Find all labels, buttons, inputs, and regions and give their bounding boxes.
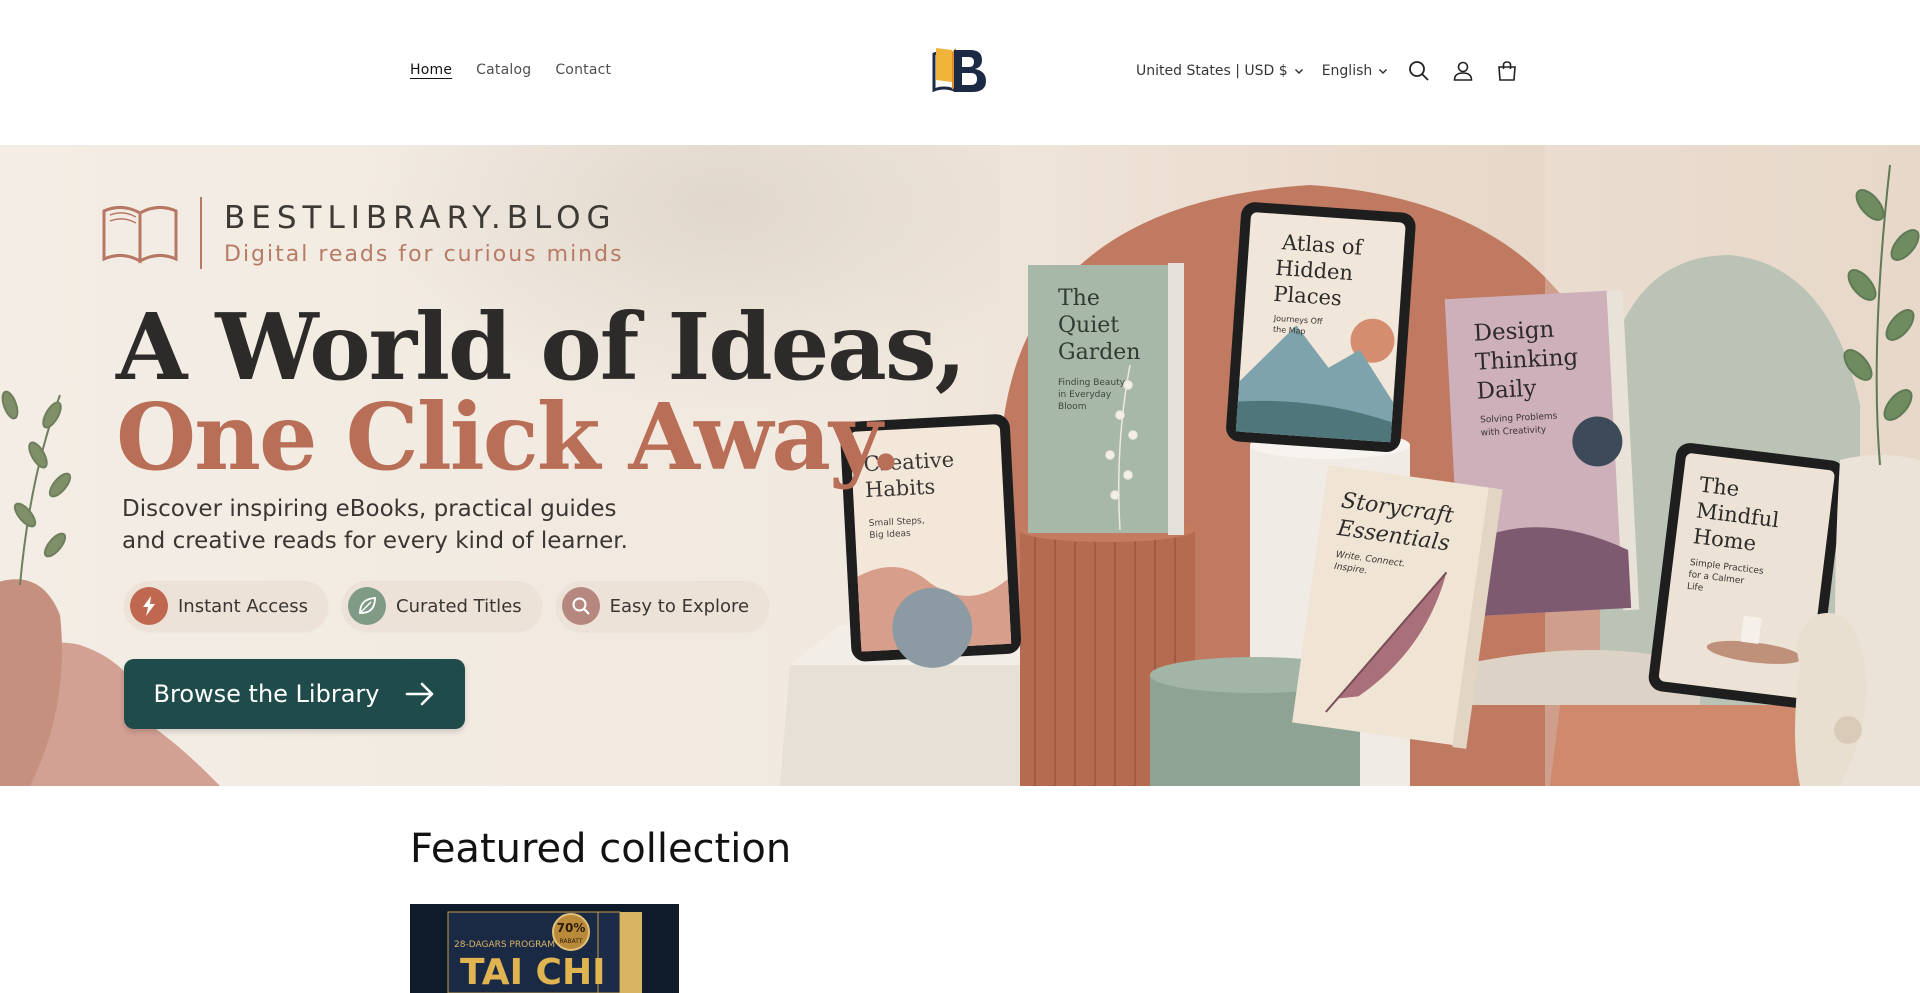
svg-text:Design: Design (1473, 317, 1555, 347)
nav-home-link[interactable]: Home (410, 62, 452, 78)
discount-badge: 70% (557, 921, 586, 935)
open-book-icon (102, 206, 178, 264)
bolt-icon (130, 587, 168, 625)
account-icon[interactable] (1452, 60, 1474, 82)
hero-description: Discover inspiring eBooks, practical gui… (122, 496, 628, 554)
svg-text:in Everyday: in Everyday (1058, 390, 1112, 400)
browse-library-button[interactable]: Browse the Library (124, 659, 465, 729)
svg-text:Thinking: Thinking (1474, 344, 1579, 375)
leaf-icon (348, 587, 386, 625)
badge-easy-to-explore: Easy to Explore (555, 581, 770, 631)
main-nav: Home Catalog Contact (410, 62, 611, 78)
hero-feature-badges: Instant Access Curated Titles Easy to Ex… (124, 581, 770, 631)
brand-divider (200, 197, 202, 269)
svg-text:Garden: Garden (1058, 340, 1140, 365)
badge-label: Easy to Explore (609, 595, 750, 617)
chevron-down-icon (1294, 68, 1303, 75)
search-icon (561, 587, 600, 625)
badge-curated-titles: Curated Titles (342, 581, 542, 631)
hero-banner: Creative Habits Small Steps, Big Ideas T… (0, 145, 1920, 786)
svg-text:Finding Beauty: Finding Beauty (1058, 378, 1126, 388)
language-selector-label: English (1321, 63, 1373, 79)
chevron-down-icon (1379, 68, 1388, 75)
hero-brand-lockup: BESTLIBRARY.BLOG Digital reads for curio… (100, 197, 624, 269)
brand-text: BESTLIBRARY.BLOG Digital reads for curio… (224, 200, 624, 267)
discount-badge-sub: RABATT (559, 938, 582, 945)
cart-icon[interactable] (1496, 60, 1518, 82)
svg-text:Bloom: Bloom (1058, 402, 1086, 412)
search-icon[interactable] (1408, 60, 1430, 82)
header-tools: United States | USD $ English (1136, 60, 1518, 82)
svg-text:The: The (1058, 286, 1100, 311)
svg-text:Life: Life (1686, 582, 1704, 594)
country-selector-label: United States | USD $ (1136, 63, 1288, 79)
arrow-right-icon (406, 682, 434, 706)
product-kicker: 28-DAGARS PROGRAM (454, 940, 555, 950)
nav-catalog-link[interactable]: Catalog (476, 62, 531, 78)
brand-tagline: Digital reads for curious minds (224, 241, 624, 267)
product-cover-illustration: 70% RABATT 28-DAGARS PROGRAM TAI CHI (410, 904, 679, 993)
browse-library-label: Browse the Library (153, 680, 380, 708)
badge-instant-access: Instant Access (124, 581, 328, 631)
product-card-image[interactable]: 70% RABATT 28-DAGARS PROGRAM TAI CHI (410, 904, 679, 993)
svg-text:Quiet: Quiet (1058, 313, 1119, 338)
product-title: TAI CHI (460, 952, 606, 993)
featured-collection-title: Featured collection (410, 826, 792, 872)
hero-headline-line2: One Click Away. (116, 383, 902, 491)
brand-name: BESTLIBRARY.BLOG (224, 199, 617, 236)
svg-text:Places: Places (1273, 282, 1343, 311)
nav-contact-link[interactable]: Contact (555, 62, 611, 78)
svg-text:The: The (1698, 473, 1741, 502)
language-selector[interactable]: English (1322, 63, 1389, 79)
badge-label: Curated Titles (396, 595, 522, 617)
store-logo[interactable] (930, 42, 992, 98)
country-selector[interactable]: United States | USD $ (1136, 63, 1304, 79)
badge-label: Instant Access (178, 595, 308, 617)
site-header: Home Catalog Contact United States | USD… (0, 0, 1920, 145)
svg-text:Daily: Daily (1476, 376, 1537, 405)
